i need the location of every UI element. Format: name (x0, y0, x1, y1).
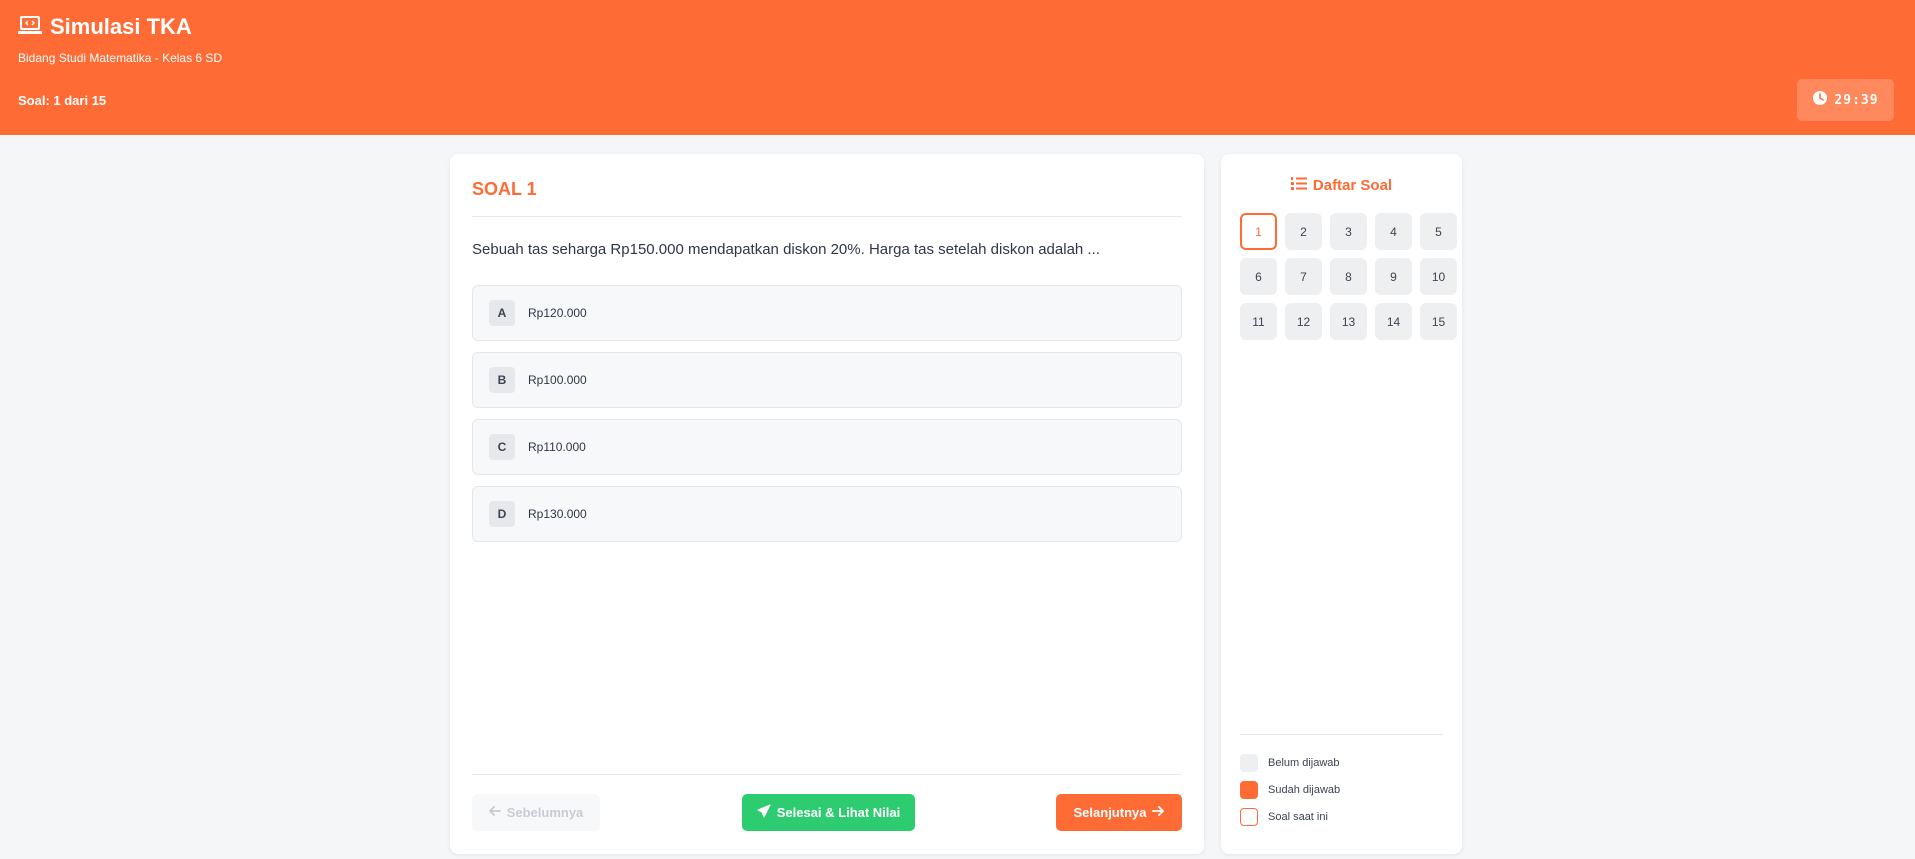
app-subtitle: Bidang Studi Matematika - Kelas 6 SD (18, 51, 223, 65)
paper-plane-icon (757, 804, 771, 821)
legend-unanswered: Belum dijawab (1240, 754, 1340, 772)
arrow-left-icon (488, 805, 501, 820)
question-number-9[interactable]: 9 (1375, 258, 1412, 295)
question-number-4[interactable]: 4 (1375, 213, 1412, 250)
question-number-11[interactable]: 11 (1240, 303, 1277, 340)
finish-label: Selesai & Lihat Nilai (776, 805, 901, 820)
next-button[interactable]: Selanjutnya (1056, 794, 1182, 831)
question-list-panel: Daftar Soal 1 2 3 4 5 6 7 8 9 10 11 12 13 14 15 Belum … (1221, 154, 1462, 854)
timer: 29:39 (1797, 79, 1894, 121)
option-letter: B (489, 367, 515, 393)
question-number-6[interactable]: 6 (1240, 258, 1277, 295)
legend-swatch (1240, 754, 1258, 772)
app-title: Simulasi TKA (50, 14, 192, 39)
question-counter: Soal: 1 dari 15 (18, 93, 107, 108)
clock-icon (1812, 90, 1828, 110)
legend-swatch (1240, 808, 1258, 826)
question-label: SOAL 1 (472, 179, 537, 199)
legend-label: Soal saat ini (1268, 811, 1328, 823)
question-number-14[interactable]: 14 (1375, 303, 1412, 340)
question-number-1[interactable]: 1 (1240, 213, 1277, 250)
question-number-5[interactable]: 5 (1420, 213, 1457, 250)
legend-label: Sudah dijawab (1268, 784, 1341, 796)
list-ol-icon (1290, 176, 1307, 195)
legend-current: Soal saat ini (1240, 808, 1340, 826)
legend-swatch (1240, 781, 1258, 799)
question-text: Sebuah tas seharga Rp150.000 mendapatkan… (472, 241, 1100, 258)
option-letter: A (489, 300, 515, 326)
option-letter: C (489, 434, 515, 460)
option-c[interactable]: C Rp110.000 (472, 419, 1182, 475)
question-number-15[interactable]: 15 (1420, 303, 1457, 340)
question-card: SOAL 1 Sebuah tas seharga Rp150.000 mend… (450, 154, 1204, 854)
option-a[interactable]: A Rp120.000 (472, 285, 1182, 341)
option-text: Rp110.000 (528, 440, 586, 454)
question-number-2[interactable]: 2 (1285, 213, 1322, 250)
finish-button[interactable]: Selesai & Lihat Nilai (742, 794, 915, 831)
timer-value: 29:39 (1834, 92, 1879, 108)
app-header: Simulasi TKA Bidang Studi Matematika - K… (0, 0, 1915, 135)
question-number-10[interactable]: 10 (1420, 258, 1457, 295)
divider (1240, 734, 1443, 735)
panel-title-label: Daftar Soal (1312, 177, 1393, 194)
question-number-grid: 1 2 3 4 5 6 7 8 9 10 11 12 13 14 15 (1240, 213, 1457, 340)
option-d[interactable]: D Rp130.000 (472, 486, 1182, 542)
option-b[interactable]: B Rp100.000 (472, 352, 1182, 408)
legend-answered: Sudah dijawab (1240, 781, 1340, 799)
panel-title: Daftar Soal (1221, 176, 1462, 195)
option-text: Rp130.000 (528, 507, 587, 521)
question-number-8[interactable]: 8 (1330, 258, 1367, 295)
divider (472, 774, 1182, 775)
next-label: Selanjutnya (1073, 805, 1147, 820)
question-number-7[interactable]: 7 (1285, 258, 1322, 295)
brand: Simulasi TKA (18, 14, 192, 40)
question-number-13[interactable]: 13 (1330, 303, 1367, 340)
legend: Belum dijawab Sudah dijawab Soal saat in… (1240, 754, 1340, 835)
laptop-code-icon (18, 15, 42, 40)
arrow-right-icon (1152, 805, 1165, 820)
question-number-3[interactable]: 3 (1330, 213, 1367, 250)
question-number-12[interactable]: 12 (1285, 303, 1322, 340)
option-text: Rp120.000 (528, 306, 587, 320)
previous-label: Sebelumnya (506, 805, 584, 820)
option-text: Rp100.000 (528, 373, 587, 387)
previous-button[interactable]: Sebelumnya (472, 794, 600, 831)
legend-label: Belum dijawab (1268, 757, 1340, 769)
option-letter: D (489, 501, 515, 527)
divider (472, 216, 1182, 217)
options-list: A Rp120.000 B Rp100.000 C Rp110.000 D Rp… (472, 285, 1182, 553)
